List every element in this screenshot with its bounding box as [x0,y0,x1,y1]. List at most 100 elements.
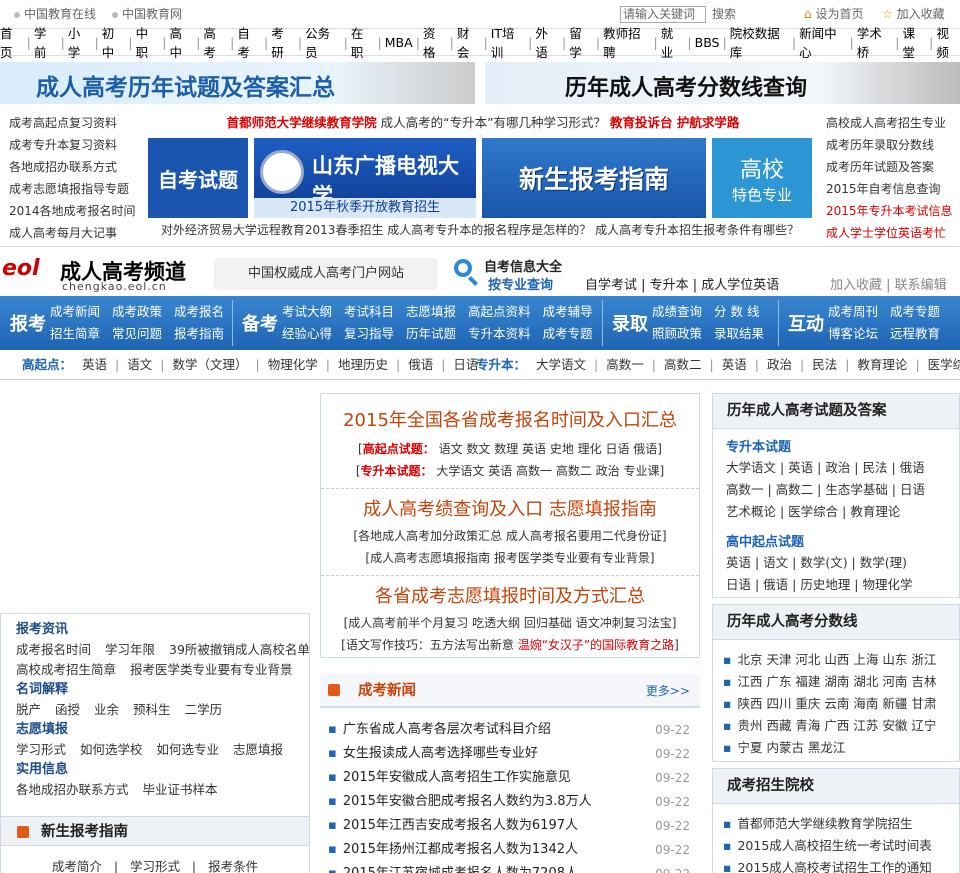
left-link[interactable]: 成人高考每月大记事 [9,222,149,244]
panel-subhead[interactable]: 专升本试题 [726,436,791,455]
feature-heading-2[interactable]: 成人高考绩查询及入口 志愿填报指南 [321,495,699,521]
panel-links[interactable]: 首都师范大学继续教育学院招生 [737,816,912,831]
menu-item[interactable]: 志愿填报 [406,301,456,323]
subject-link[interactable]: 日语 [453,357,478,372]
panel-links[interactable]: 高数一 | 高数二 | 生态学基础 | 日语 [726,482,925,497]
nav-item[interactable]: 视频 [936,23,960,61]
nav-item[interactable]: 教师招聘 [603,23,650,61]
channel-edit-link[interactable]: 联系编辑 [895,278,947,293]
info-link[interactable]: 脱产 [16,702,41,717]
left-link[interactable]: 成考专升本复习资料 [9,134,149,156]
promo-specialty-majors[interactable]: 高校 特色专业 [712,138,812,218]
news-link[interactable]: 2015年扬州江都成考报名人数为1342人 [343,842,578,857]
news-link[interactable]: 2015年安徽合肥成考报名人数约为3.8万人 [343,794,592,809]
panel-links[interactable]: 日语 | 俄语 | 历史地理 | 物理化学 [726,577,912,592]
menu-item[interactable]: 成考政策 [112,301,162,323]
menu-item[interactable]: 分 数 线 [714,301,759,323]
news-link[interactable]: 2015年江西吉安成考报名人数为6197人 [343,818,578,833]
headline-link-complaint[interactable]: 教育投诉台 护航求学路 [610,115,739,130]
nav-item[interactable]: 留学 [569,23,593,61]
menu-item[interactable]: 成绩查询 [652,301,702,323]
panel-links[interactable]: 北京 天津 河北 山西 上海 山东 浙江 [737,652,936,667]
feature-link[interactable]: [语文写作技巧：五方法写出新意 [341,638,514,652]
nav-item[interactable]: 中职 [136,23,160,61]
news-link[interactable]: 广东省成人高考各层次考试科目介绍 [343,722,551,737]
nav-item[interactable]: 首页 [0,23,24,61]
menu-group-head[interactable]: 报考 [6,310,50,336]
nav-item[interactable]: 在职 [351,23,375,61]
nav-item[interactable]: 高中 [170,23,194,61]
feature-links[interactable]: 大学语文 英语 高数一 高数二 政治 专业课 [436,464,659,478]
nav-item[interactable]: 财会 [457,23,481,61]
tool-title[interactable]: 自考信息大全 [484,256,562,275]
right-link[interactable]: 成考历年录取分数线 [826,134,960,156]
feature-heading-1[interactable]: 2015年全国各省成考报名时间及入口汇总 [321,406,699,432]
feature-link-red[interactable]: 温婉“女汉子”的国际教育之路 [518,638,674,652]
info-link[interactable]: 志愿填报 [233,742,283,757]
right-link[interactable]: 2015年专升本考试信息 [826,200,960,222]
panel-links[interactable]: 江西 广东 福建 湖南 湖北 河南 吉林 [737,674,936,689]
menu-item[interactable]: 成考新闻 [50,301,100,323]
info-link[interactable]: 毕业证书样本 [143,782,218,797]
info-link[interactable]: 高校成考招生简章 [16,662,116,677]
top-link-text[interactable]: 中国教育在线 [24,7,96,21]
subject-link[interactable]: 医学综合 [928,357,960,372]
promo-newcomer-guide[interactable]: 新生报考指南 [482,138,706,218]
feature-line-3[interactable]: [各地成人高考加分政策汇总 成人高考报名要用二代身份证] [321,525,699,547]
news-item[interactable]: ▪ 女生报读成人高考选择哪些专业好 09-22 [328,742,690,766]
panel-subhead[interactable]: 高中起点试题 [726,531,804,550]
menu-item[interactable]: 录取结果 [714,323,764,345]
right-link[interactable]: 成人学士学位英语考忙 [826,222,960,244]
info-link[interactable]: 预科生 [133,702,171,717]
menu-item[interactable]: 考试科目 [344,301,394,323]
nav-item[interactable]: 新闻中心 [799,23,846,61]
right-link[interactable]: 成考历年试题及答案 [826,156,960,178]
subject-link[interactable]: 语文 [127,357,152,372]
nav-item[interactable]: 高考 [203,23,227,61]
menu-item[interactable]: 成考辅导 [543,301,593,323]
info-link[interactable]: 如何选专业 [157,742,220,757]
news-link[interactable]: 女生报读成人高考选择哪些专业好 [343,746,538,761]
banner-score-lines[interactable]: 历年成人高考分数线查询 [485,62,960,104]
subject-link[interactable]: 英语 [82,357,107,372]
subject-link[interactable]: 俄语 [408,357,433,372]
news-item[interactable]: ▪ 广东省成人高考各层次考试科目介绍 09-22 [328,718,690,742]
nav-item[interactable]: 课堂 [902,23,926,61]
nav-item[interactable]: 公务员 [305,23,341,61]
info-link[interactable]: 成考报名时间 [16,642,91,657]
menu-item[interactable]: 远程教育 [890,323,940,345]
info-link[interactable]: 报考医学类专业要有专业背景 [130,662,293,677]
bottom-link-row[interactable]: 对外经济贸易大学远程教育2013春季招生 成人高考专升本的报名程序是怎样的？ 成… [148,220,812,240]
news-more-link[interactable]: 更多>> [646,674,690,708]
info-link[interactable]: 如何选学校 [80,742,143,757]
news-item[interactable]: ▪ 2015年安徽合肥成考报名人数约为3.8万人 09-22 [328,790,690,814]
menu-item[interactable]: 博客论坛 [828,323,878,345]
menu-item[interactable]: 成考专题 [890,301,940,323]
menu-group-head[interactable]: 录取 [608,310,652,336]
menu-item[interactable]: 照顾政策 [652,323,702,345]
channel-links[interactable]: 自学考试 | 专升本 | 成人学位英语 [585,274,779,293]
nav-item[interactable]: MBA [385,35,413,50]
banner-exam-answers[interactable]: 成人高考历年试题及答案汇总 [0,62,475,104]
guide-link[interactable]: 报考条件 [208,859,258,873]
info-link[interactable]: 各地成招办联系方式 [16,782,129,797]
left-link[interactable]: 成考高起点复习资料 [9,112,149,134]
left-link[interactable]: 各地成招办联系方式 [9,156,149,178]
subject-link[interactable]: 物理化学 [268,357,318,372]
subject-link[interactable]: 高数一 [606,357,644,372]
info-link[interactable]: 学习年限 [105,642,155,657]
subject-link[interactable]: 英语 [722,357,747,372]
news-link[interactable]: 2015年江苏宿城成考报名人数为7208人 [343,866,578,873]
subject-link[interactable]: 地理历史 [338,357,388,372]
guide-link[interactable]: 学习形式 [130,859,180,873]
menu-item[interactable]: 成考专题 [543,323,593,345]
menu-item[interactable]: 历年试题 [406,323,456,345]
tool-sub[interactable]: 按专业查询 [488,274,553,293]
menu-item[interactable]: 经验心得 [282,323,332,345]
menu-item[interactable]: 复习指导 [344,323,394,345]
nav-item[interactable]: 资格 [423,23,447,61]
feature-heading-3[interactable]: 各省成考志愿填报时间及方式汇总 [321,582,699,608]
panel-links[interactable]: 英语 | 语文 | 数学(文) | 数学(理) [726,555,907,570]
news-item[interactable]: ▪ 2015年江西吉安成考报名人数为6197人 09-22 [328,814,690,838]
feature-line-5[interactable]: [成人高考前半个月复习 吃透大纲 回归基础 语文冲刺复习法宝] [321,612,699,634]
